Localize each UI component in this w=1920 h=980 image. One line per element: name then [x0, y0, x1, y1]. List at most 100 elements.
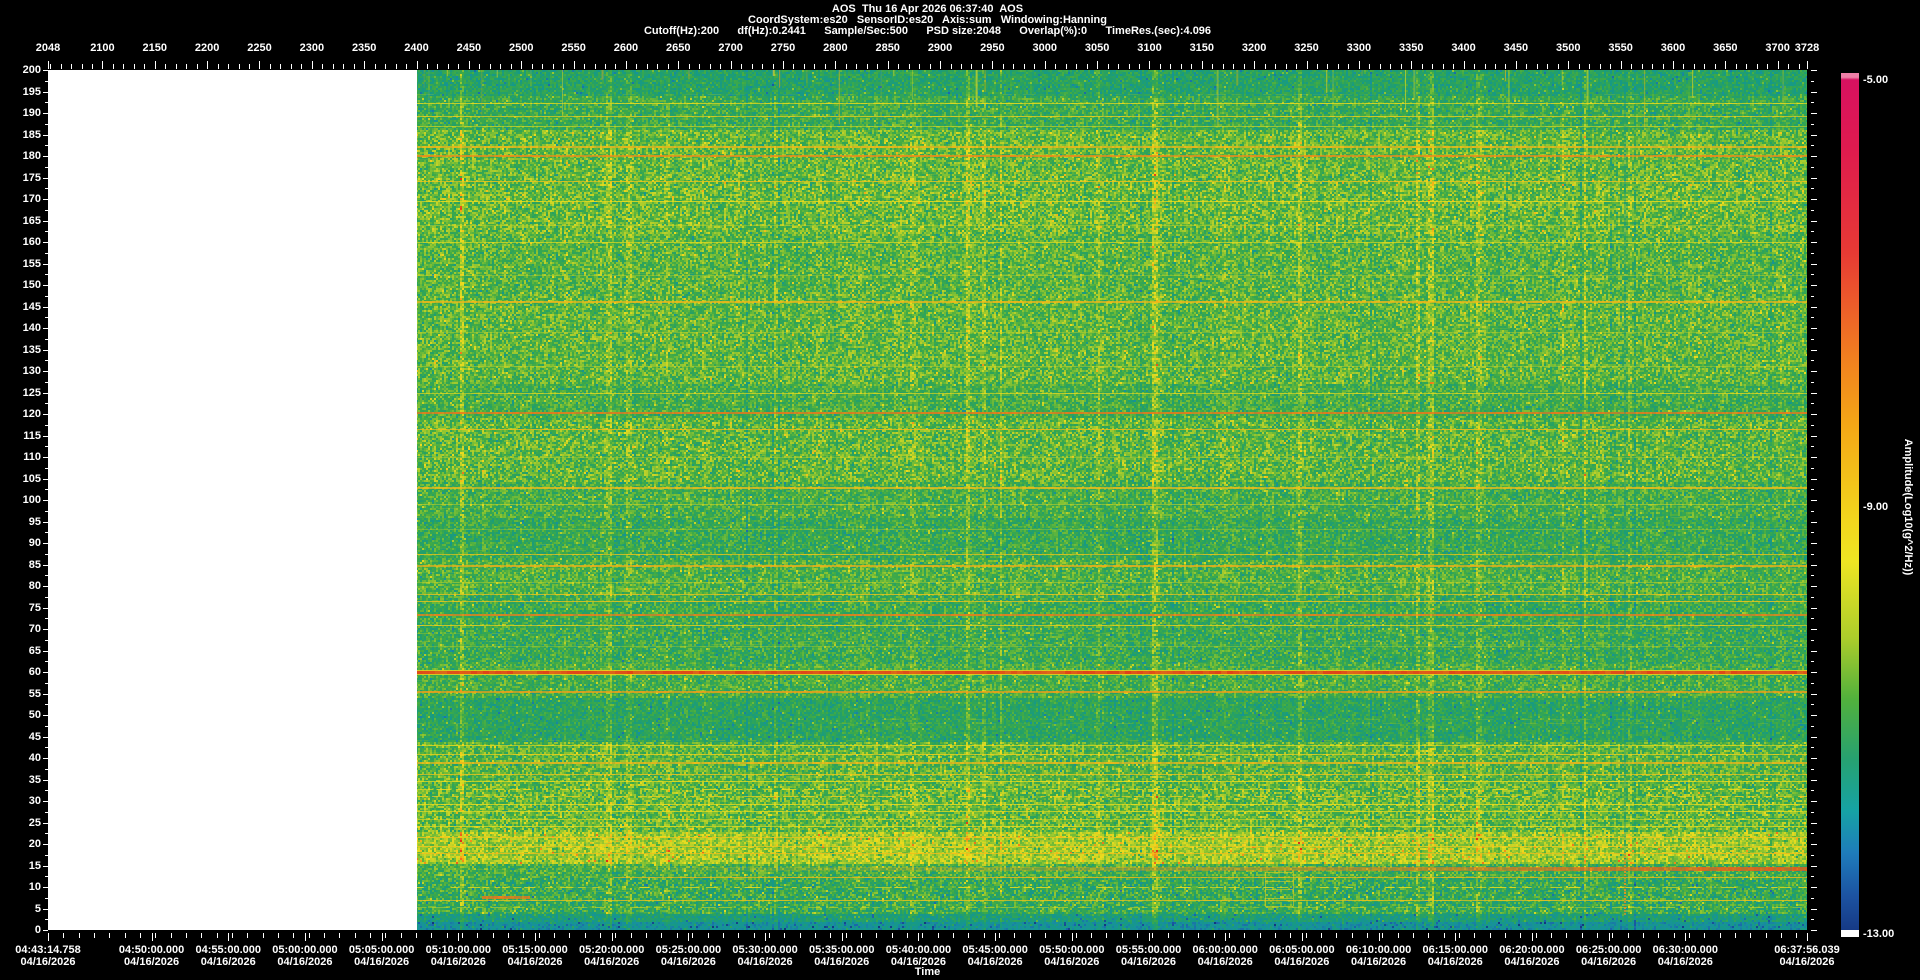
- top-axis-minor-tick: [1589, 64, 1590, 69]
- top-axis-minor-tick: [1799, 64, 1800, 69]
- left-axis-tick: [43, 930, 48, 931]
- right-axis-tick: [1811, 307, 1817, 308]
- right-axis-tick: [1811, 178, 1817, 179]
- top-axis-tick: [469, 61, 470, 69]
- bottom-axis-minor-tick: [370, 933, 371, 938]
- top-axis-tick-label: 2200: [177, 42, 237, 54]
- top-axis-minor-tick: [1485, 64, 1486, 69]
- left-axis-tick-label: 90: [0, 537, 41, 549]
- right-axis-minor-tick: [1811, 511, 1814, 512]
- top-axis-minor-tick: [448, 64, 449, 69]
- left-axis-tick-label: 110: [0, 451, 41, 463]
- top-axis-minor-tick: [1108, 64, 1109, 69]
- top-axis-tick-label: 3550: [1591, 42, 1651, 54]
- bottom-axis-minor-tick: [1674, 933, 1675, 938]
- top-axis-tick: [1516, 61, 1517, 69]
- time-label: 06:10:00.000: [1334, 944, 1424, 956]
- top-axis-minor-tick: [1327, 64, 1328, 69]
- bottom-axis-minor-tick: [79, 933, 80, 938]
- bottom-axis-minor-tick: [63, 933, 64, 938]
- right-axis-tick: [1811, 113, 1817, 114]
- right-axis-tick: [1811, 565, 1817, 566]
- right-axis-minor-tick: [1811, 145, 1814, 146]
- top-axis-minor-tick: [458, 64, 459, 69]
- bottom-axis-minor-tick: [631, 933, 632, 938]
- top-axis-minor-tick: [605, 64, 606, 69]
- top-axis-minor-tick: [846, 64, 847, 69]
- top-axis-minor-tick: [762, 64, 763, 69]
- top-axis-minor-tick: [1715, 64, 1716, 69]
- bottom-axis-tick: [228, 933, 229, 941]
- bottom-axis-minor-tick: [508, 933, 509, 938]
- left-axis-tick-label: 5: [0, 903, 41, 915]
- bottom-axis-minor-tick: [1444, 933, 1445, 938]
- bottom-axis-minor-tick: [477, 933, 478, 938]
- top-axis-minor-tick: [165, 64, 166, 69]
- top-axis-tick: [1045, 61, 1046, 69]
- bottom-axis-tick: [1609, 933, 1610, 941]
- right-axis-minor-tick: [1811, 296, 1814, 297]
- time-label: 05:35:00.000: [797, 944, 887, 956]
- right-axis-tick: [1811, 436, 1817, 437]
- time-label: 05:40:00.000: [873, 944, 963, 956]
- top-axis-minor-tick: [971, 64, 972, 69]
- colorbar-tick-label: -9.00: [1863, 501, 1888, 513]
- right-axis-tick: [1811, 930, 1817, 931]
- top-axis-tick: [48, 61, 49, 69]
- spectrogram-plot[interactable]: [48, 70, 1807, 930]
- bottom-axis-minor-tick: [1658, 933, 1659, 938]
- top-axis-minor-tick: [92, 64, 93, 69]
- time-label: 06:20:00.000: [1487, 944, 1577, 956]
- bottom-axis-minor-tick: [462, 933, 463, 938]
- bottom-axis-minor-tick: [1459, 933, 1460, 938]
- top-axis-tick-label: 3050: [1067, 42, 1127, 54]
- top-axis-tick-label: 2100: [72, 42, 132, 54]
- top-axis-tick: [940, 61, 941, 69]
- top-axis-minor-tick: [479, 64, 480, 69]
- top-axis-tick: [259, 61, 260, 69]
- bottom-axis-minor-tick: [1551, 933, 1552, 938]
- bottom-axis-minor-tick: [784, 933, 785, 938]
- top-axis-minor-tick: [427, 64, 428, 69]
- left-axis-tick-label: 25: [0, 817, 41, 829]
- top-axis-minor-tick: [354, 64, 355, 69]
- bottom-axis-minor-tick: [385, 933, 386, 938]
- time-label: 06:30:00.000: [1640, 944, 1730, 956]
- bottom-axis-minor-tick: [1505, 933, 1506, 938]
- right-axis-minor-tick: [1811, 274, 1814, 275]
- left-axis-tick-label: 30: [0, 795, 41, 807]
- left-axis-tick-label: 35: [0, 774, 41, 786]
- bottom-axis-minor-tick: [339, 933, 340, 938]
- top-axis-minor-tick: [1233, 64, 1234, 69]
- left-axis-tick-label: 100: [0, 494, 41, 506]
- bottom-axis-minor-tick: [846, 933, 847, 938]
- top-axis-minor-tick: [710, 64, 711, 69]
- top-axis-minor-tick: [1579, 64, 1580, 69]
- bottom-axis-minor-tick: [1137, 933, 1138, 938]
- bottom-axis-tick: [458, 933, 459, 941]
- bottom-axis-minor-tick: [1628, 933, 1629, 938]
- top-axis-minor-tick: [1642, 64, 1643, 69]
- top-axis-minor-tick: [385, 64, 386, 69]
- top-axis-minor-tick: [668, 64, 669, 69]
- top-axis-minor-tick: [1767, 64, 1768, 69]
- left-axis-tick-label: 60: [0, 666, 41, 678]
- top-axis-minor-tick: [773, 64, 774, 69]
- top-axis-minor-tick: [699, 64, 700, 69]
- bottom-axis-minor-tick: [922, 933, 923, 938]
- right-axis-minor-tick: [1811, 210, 1814, 211]
- bottom-axis-minor-tick: [907, 933, 908, 938]
- top-axis-minor-tick: [909, 64, 910, 69]
- top-axis-tick: [835, 61, 836, 69]
- top-axis-tick-label: 3600: [1643, 42, 1703, 54]
- left-axis-tick-label: 145: [0, 301, 41, 313]
- right-axis-tick: [1811, 70, 1817, 71]
- bottom-axis-tick: [1455, 933, 1456, 941]
- bottom-axis-minor-tick: [1520, 933, 1521, 938]
- left-axis-tick-label: 50: [0, 709, 41, 721]
- bottom-axis-minor-tick: [1735, 933, 1736, 938]
- colorbar-tick-label: -5.00: [1863, 74, 1888, 86]
- bottom-axis-tick: [48, 933, 49, 941]
- top-axis-minor-tick: [1296, 64, 1297, 69]
- right-axis-minor-tick: [1811, 683, 1814, 684]
